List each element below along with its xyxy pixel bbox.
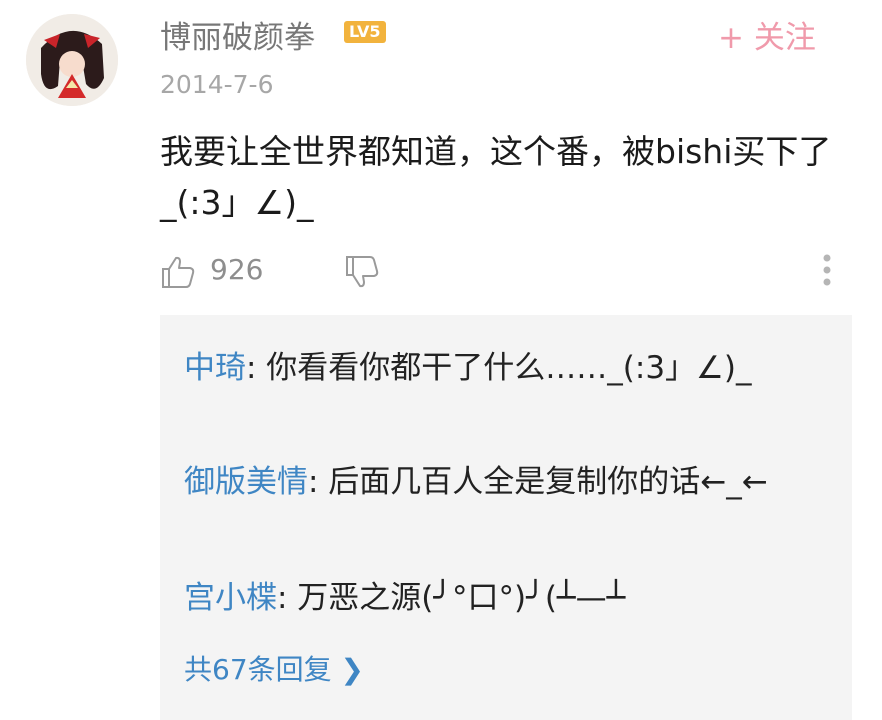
more-vertical-icon xyxy=(823,254,831,286)
follow-button[interactable]: + 关注 xyxy=(718,12,816,57)
reply-author[interactable]: 宫小楪 xyxy=(184,580,277,616)
avatar[interactable] xyxy=(26,14,118,106)
comment-text: 我要让全世界都知道，这个番，被bishi买下了_(:3」∠)_ xyxy=(160,132,832,222)
thumbs-up-icon xyxy=(162,256,195,288)
avatar-image xyxy=(26,14,118,106)
level-badge: LV5 xyxy=(344,21,386,43)
thumbs-down-icon xyxy=(346,256,379,288)
reply-text: : 你看看你都干了什么……_(:3」∠)_ xyxy=(246,350,752,386)
reply-text: : 后面几百人全是复制你的话←_← xyxy=(308,464,768,500)
reply-item: 中琦: 你看看你都干了什么……_(:3」∠)_ xyxy=(184,343,824,393)
like-button[interactable]: 926 xyxy=(160,252,280,292)
reply-text: : 万恶之源(╯°口°)╯(┴—┴ xyxy=(277,580,626,616)
reply-preview-panel: 中琦: 你看看你都干了什么……_(:3」∠)_ 御版美情: 后面几百人全是复制你… xyxy=(160,315,852,720)
like-count: 926 xyxy=(210,253,264,286)
view-all-replies-link[interactable]: 共67条回复 ❯ xyxy=(184,648,364,688)
reply-item: 宫小楪: 万恶之源(╯°口°)╯(┴—┴ xyxy=(184,573,824,623)
dislike-button[interactable] xyxy=(340,252,384,292)
comment-date: 2014-7-6 xyxy=(160,70,274,99)
username[interactable]: 博丽破颜拳 xyxy=(160,12,315,57)
reply-item: 御版美情: 后面几百人全是复制你的话←_← xyxy=(184,457,824,507)
reply-author[interactable]: 中琦 xyxy=(184,350,246,386)
more-options-button[interactable] xyxy=(812,250,842,290)
reply-author[interactable]: 御版美情 xyxy=(184,464,308,500)
